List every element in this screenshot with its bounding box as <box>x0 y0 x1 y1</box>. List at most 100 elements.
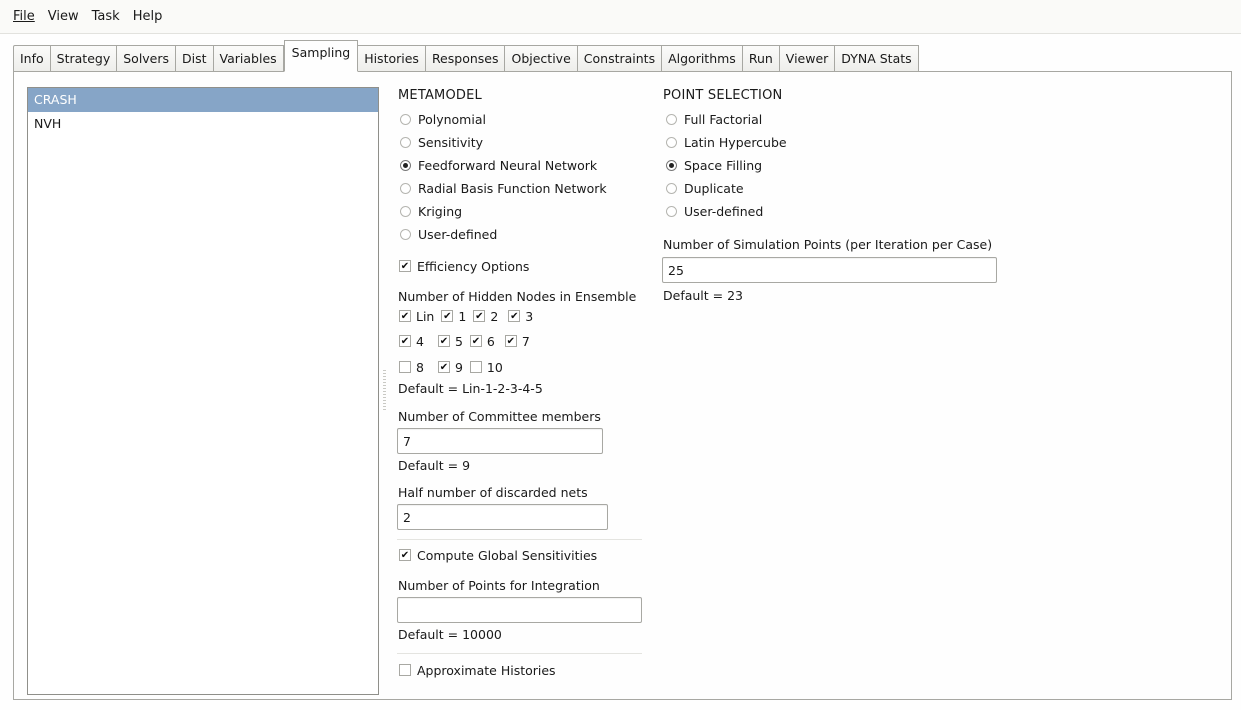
radio-label: Full Factorial <box>684 111 763 127</box>
checkbox-checked-icon <box>504 335 517 347</box>
hidden-node-1-checkbox[interactable]: 1 <box>441 309 466 324</box>
hidden-node-5-checkbox[interactable]: 5 <box>437 333 463 349</box>
hidden-node-10-checkbox[interactable]: 10 <box>469 360 503 375</box>
metamodel-title: METAMODEL <box>398 88 482 103</box>
splitter-handle[interactable] <box>383 370 386 410</box>
hidden-node-6-checkbox[interactable]: 6 <box>469 333 495 349</box>
simulation-points-input[interactable]: 25 <box>662 257 997 283</box>
checkbox-label: 3 <box>525 308 534 324</box>
radio-label: Kriging <box>418 203 463 219</box>
checkbox-unchecked-icon <box>399 664 411 676</box>
checkbox-checked-icon <box>441 310 454 322</box>
hidden-node-7-checkbox[interactable]: 7 <box>504 333 530 349</box>
checkbox-checked-icon <box>437 335 450 347</box>
case-item-nvh[interactable]: NVH <box>28 112 378 136</box>
checkbox-label: 9 <box>454 359 463 375</box>
hidden-node-2-checkbox[interactable]: 2 <box>473 309 498 324</box>
separator <box>397 653 642 654</box>
radio-polynomial[interactable]: Polynomial <box>400 109 486 129</box>
tab-info[interactable]: Info <box>13 45 51 72</box>
checkbox-label: Lin <box>416 308 435 324</box>
approximate-histories-checkbox[interactable]: Approximate Histories <box>399 660 556 680</box>
hidden-nodes-label: Number of Hidden Nodes in Ensemble <box>398 289 637 304</box>
tab-strategy[interactable]: Strategy <box>50 45 118 72</box>
radio-icon <box>400 136 411 148</box>
tab-histories[interactable]: Histories <box>358 45 426 72</box>
menu-task[interactable]: Task <box>92 9 120 24</box>
checkbox-label: 1 <box>458 308 467 324</box>
hidden-node-3-checkbox[interactable]: 3 <box>508 309 533 324</box>
case-list[interactable]: CRASH NVH <box>27 87 379 695</box>
case-item-crash[interactable]: CRASH <box>28 88 378 112</box>
radio-feedforward-neural-network[interactable]: Feedforward Neural Network <box>400 155 597 175</box>
checkbox-label: 2 <box>490 308 499 324</box>
radio-label: Radial Basis Function Network <box>418 180 607 196</box>
hidden-node-4-checkbox[interactable]: 4 <box>399 334 424 349</box>
tab-solvers[interactable]: Solvers <box>117 45 177 72</box>
menu-bar: File View Task Help <box>0 0 1241 34</box>
radio-metamodel-user-defined[interactable]: User-defined <box>400 224 497 244</box>
tab-viewer[interactable]: Viewer <box>779 45 836 72</box>
hidden-nodes-row-2: 4 5 6 7 <box>399 331 537 351</box>
checkbox-label: 5 <box>454 333 463 349</box>
checkbox-checked-icon <box>469 335 482 347</box>
hidden-nodes-row-1: Lin 1 2 3 <box>399 306 540 326</box>
global-sensitivities-checkbox[interactable]: Compute Global Sensitivities <box>399 545 597 565</box>
radio-label: Feedforward Neural Network <box>418 157 598 173</box>
radio-label: Sensitivity <box>418 134 484 150</box>
checkbox-checked-icon <box>508 310 521 322</box>
checkbox-label: Compute Global Sensitivities <box>417 547 598 563</box>
tab-bar: Info Strategy Solvers Dist Variables Sam… <box>13 40 919 72</box>
hidden-nodes-default: Default = Lin-1-2-3-4-5 <box>398 381 543 396</box>
radio-latin-hypercube[interactable]: Latin Hypercube <box>666 132 787 152</box>
checkbox-label: 6 <box>486 333 495 349</box>
integration-points-input[interactable] <box>397 597 642 623</box>
menu-help[interactable]: Help <box>133 9 163 24</box>
radio-icon <box>666 136 677 148</box>
point-selection-title: POINT SELECTION <box>663 88 783 103</box>
hidden-node-lin-checkbox[interactable]: Lin <box>399 309 434 324</box>
radio-icon <box>666 113 677 125</box>
tab-sampling[interactable]: Sampling <box>283 40 359 72</box>
checkbox-checked-icon <box>437 361 450 373</box>
radio-space-filling[interactable]: Space Filling <box>666 155 762 175</box>
separator <box>397 539 642 540</box>
checkbox-label: Approximate Histories <box>417 662 556 678</box>
hidden-node-8-checkbox[interactable]: 8 <box>399 360 424 375</box>
tab-dyna-stats[interactable]: DYNA Stats <box>835 45 919 72</box>
tab-constraints[interactable]: Constraints <box>577 45 663 72</box>
radio-duplicate[interactable]: Duplicate <box>666 178 744 198</box>
radio-point-user-defined[interactable]: User-defined <box>666 201 763 221</box>
discarded-nets-label: Half number of discarded nets <box>398 485 588 500</box>
hidden-nodes-row-3: 8 9 10 <box>399 357 510 377</box>
tab-run[interactable]: Run <box>742 45 780 72</box>
radio-label: Duplicate <box>684 180 744 196</box>
tab-algorithms[interactable]: Algorithms <box>662 45 743 72</box>
hidden-node-9-checkbox[interactable]: 9 <box>437 359 463 375</box>
integration-default: Default = 10000 <box>398 627 502 642</box>
menu-view[interactable]: View <box>48 9 79 24</box>
radio-sensitivity[interactable]: Sensitivity <box>400 132 483 152</box>
radio-icon <box>400 228 411 240</box>
efficiency-options-checkbox[interactable]: Efficiency Options <box>399 256 529 276</box>
radio-icon <box>400 182 411 194</box>
radio-label: Space Filling <box>684 157 763 173</box>
radio-kriging[interactable]: Kriging <box>400 201 462 221</box>
radio-full-factorial[interactable]: Full Factorial <box>666 109 762 129</box>
tab-variables[interactable]: Variables <box>213 45 284 72</box>
menu-file[interactable]: File <box>13 9 35 24</box>
discarded-nets-input[interactable]: 2 <box>397 504 608 530</box>
tab-objective[interactable]: Objective <box>505 45 578 72</box>
radio-icon <box>666 182 677 194</box>
radio-radial-basis-function-network[interactable]: Radial Basis Function Network <box>400 178 607 198</box>
checkbox-unchecked-icon <box>399 361 411 373</box>
tab-responses[interactable]: Responses <box>425 45 506 72</box>
tab-dist[interactable]: Dist <box>176 45 214 72</box>
checkbox-checked-icon <box>399 260 411 272</box>
radio-selected-icon <box>400 159 411 171</box>
radio-label: Polynomial <box>418 111 486 127</box>
committee-members-input[interactable]: 7 <box>397 428 603 454</box>
checkbox-label: 7 <box>521 333 530 349</box>
checkbox-label: 8 <box>416 359 424 375</box>
checkbox-unchecked-icon <box>469 361 482 373</box>
